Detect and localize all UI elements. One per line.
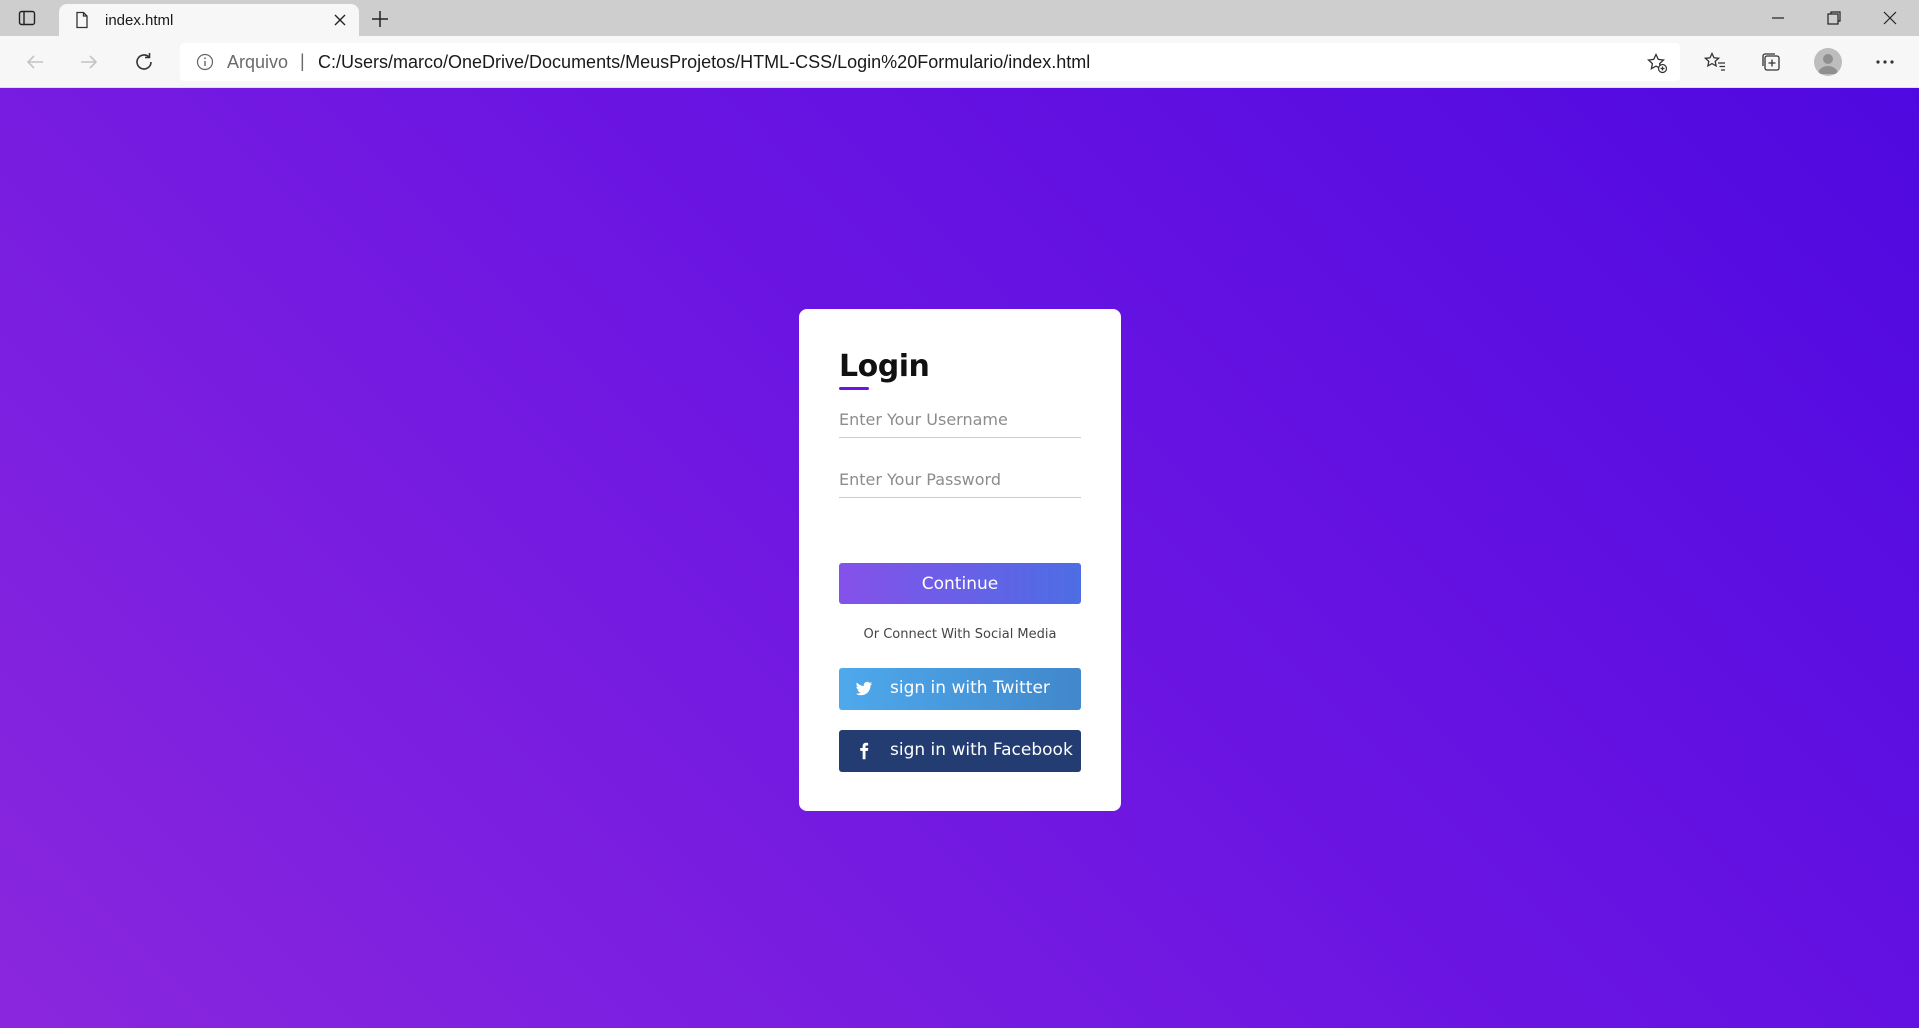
restore-icon[interactable] [1825,9,1843,27]
url-text[interactable]: C:/Users/marco/OneDrive/Documents/MeusPr… [318,52,1090,73]
facebook-icon [855,742,873,760]
back-arrow-icon[interactable] [24,51,46,73]
twitter-signin-label: sign in with Twitter [890,678,1050,698]
close-icon[interactable] [331,11,349,29]
minimize-icon[interactable] [1769,9,1787,27]
close-window-icon[interactable] [1881,9,1899,27]
username-input[interactable] [839,402,1081,438]
url-field[interactable]: Arquivo | C:/Users/marco/OneDrive/Docume… [180,43,1680,81]
refresh-icon[interactable] [133,51,155,73]
collections-icon[interactable] [1760,51,1782,73]
url-separator: | [300,51,305,71]
more-icon[interactable] [1874,51,1896,73]
page-background: Login Continue Or Connect With Social Me… [0,88,1919,1028]
password-input[interactable] [839,462,1081,498]
profile-icon[interactable] [1814,48,1842,76]
address-bar: Arquivo | C:/Users/marco/OneDrive/Docume… [0,36,1919,88]
twitter-signin-button[interactable]: sign in with Twitter [839,668,1081,710]
url-scheme-label: Arquivo [227,52,289,72]
title-underline [839,387,869,390]
info-icon[interactable] [196,53,214,71]
file-icon [73,11,91,29]
facebook-signin-label: sign in with Facebook [890,740,1073,760]
tab-bar: index.html [0,0,1919,36]
continue-button[interactable]: Continue [839,563,1081,604]
add-favorite-icon[interactable] [1646,52,1668,74]
favorites-icon[interactable] [1703,51,1726,73]
browser-tab[interactable]: index.html [59,4,359,36]
login-card: Login Continue Or Connect With Social Me… [799,309,1121,811]
facebook-signin-button[interactable]: sign in with Facebook [839,730,1081,772]
plus-icon[interactable] [370,9,390,29]
tab-actions-icon[interactable] [18,9,36,27]
login-title: Login [839,349,930,384]
tab-title: index.html [105,12,174,29]
twitter-icon [855,680,873,698]
social-caption: Or Connect With Social Media [863,627,1057,642]
forward-arrow-icon[interactable] [78,51,100,73]
